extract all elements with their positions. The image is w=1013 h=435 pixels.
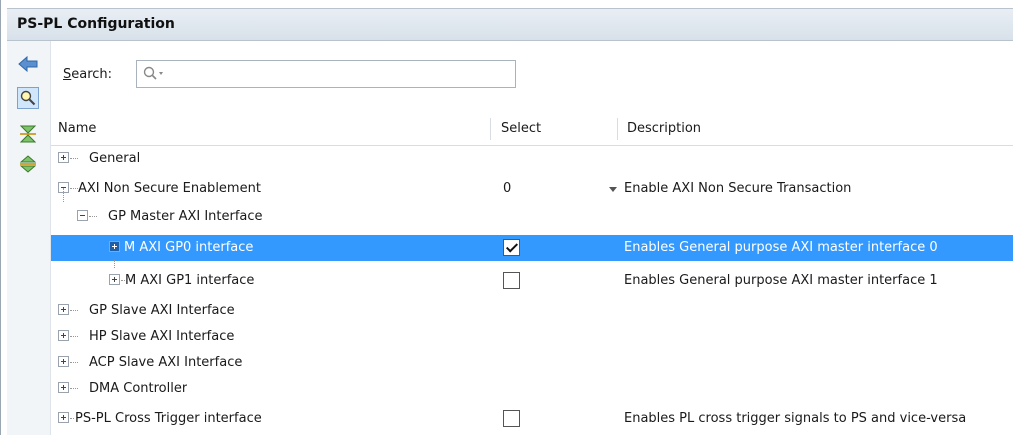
search-toggle-icon[interactable] — [17, 87, 39, 109]
search-input[interactable] — [136, 60, 516, 88]
expand-icon[interactable] — [109, 274, 120, 285]
row-name: HP Slave AXI Interface — [89, 329, 235, 344]
collapse-all-icon[interactable] — [17, 123, 39, 145]
cross-trigger-checkbox[interactable] — [503, 410, 520, 427]
table-header: Name Select Description — [51, 112, 1013, 146]
axi-non-secure-select[interactable]: 0 — [495, 176, 623, 202]
row-name: PS-PL Cross Trigger interface — [75, 411, 262, 426]
expand-icon[interactable] — [109, 241, 120, 252]
search-icon — [143, 66, 165, 86]
panel-header: PS-PL Configuration — [7, 8, 1013, 41]
row-name: M AXI GP0 interface — [124, 240, 254, 255]
row-description: Enable AXI Non Secure Transaction — [624, 181, 852, 196]
table-row[interactable]: General — [51, 146, 1013, 172]
row-name: General — [89, 151, 141, 166]
table-row[interactable]: GP Slave AXI Interface — [51, 298, 1013, 324]
row-description: Enables General purpose AXI master inter… — [624, 240, 938, 255]
column-header-name[interactable]: Name — [58, 112, 96, 145]
expand-icon[interactable] — [58, 382, 69, 393]
search-label: Search: — [63, 67, 113, 82]
table-row[interactable]: PS-PL Cross Trigger interface Enables PL… — [51, 406, 1013, 432]
side-toolbar — [7, 41, 51, 435]
expand-icon[interactable] — [58, 356, 69, 367]
window-frame: PS-PL Configuration Search: Name Select … — [0, 0, 1013, 435]
expand-icon[interactable] — [58, 330, 69, 341]
table-row[interactable]: HP Slave AXI Interface — [51, 324, 1013, 350]
row-description: Enables General purpose AXI master inter… — [624, 273, 938, 288]
chevron-down-icon — [609, 187, 617, 192]
row-name: AXI Non Secure Enablement — [78, 181, 261, 196]
row-name: ACP Slave AXI Interface — [89, 355, 243, 370]
gp0-checkbox[interactable] — [503, 239, 520, 256]
expand-icon[interactable] — [58, 152, 69, 163]
expand-icon[interactable] — [58, 412, 69, 423]
row-description: Enables PL cross trigger signals to PS a… — [624, 411, 967, 426]
table-row[interactable]: ACP Slave AXI Interface — [51, 350, 1013, 376]
table-row[interactable]: AXI Non Secure Enablement 0 Enable AXI N… — [51, 176, 1013, 202]
back-arrow-icon[interactable] — [17, 53, 39, 75]
panel-title: PS-PL Configuration — [17, 16, 175, 32]
expand-icon[interactable] — [58, 304, 69, 315]
column-header-select[interactable]: Select — [501, 112, 541, 145]
row-name: M AXI GP1 interface — [125, 273, 255, 288]
expand-all-icon[interactable] — [17, 153, 39, 175]
table-row[interactable]: M AXI GP0 interface Enables General purp… — [51, 235, 1013, 261]
table-row[interactable]: M AXI GP1 interface Enables General purp… — [51, 260, 1013, 294]
collapse-icon[interactable] — [77, 210, 88, 221]
table-row[interactable]: DMA Controller — [51, 376, 1013, 402]
row-name: GP Slave AXI Interface — [89, 303, 235, 318]
table-row[interactable]: GP Master AXI Interface — [51, 188, 1013, 230]
row-name: GP Master AXI Interface — [108, 209, 263, 224]
column-header-description[interactable]: Description — [627, 112, 701, 145]
row-name: DMA Controller — [89, 381, 188, 396]
gp1-checkbox[interactable] — [503, 272, 520, 289]
